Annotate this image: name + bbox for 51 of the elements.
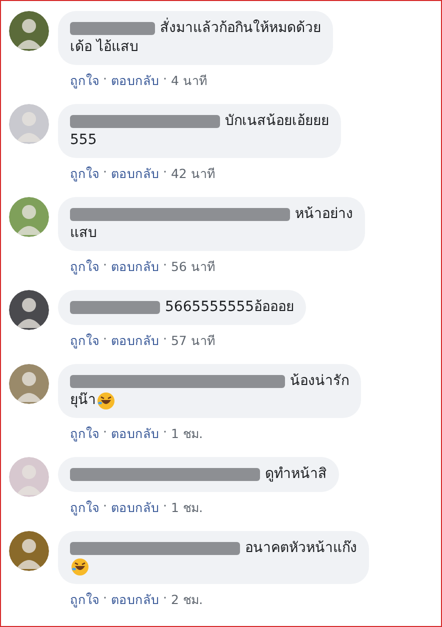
separator-dot: · xyxy=(162,164,167,181)
separator-dot: · xyxy=(103,164,107,181)
comment-text: หน้าอย่าง xyxy=(295,205,353,224)
comment-text: บักเนสน้อยเอ้ยยย xyxy=(225,112,329,131)
comment-time: 57 นาที xyxy=(170,332,215,350)
reply-link[interactable]: ตอบกลับ xyxy=(110,257,159,277)
like-link[interactable]: ถูกใจ xyxy=(70,590,99,610)
comment-text: ยุน๊า xyxy=(70,391,96,410)
comment-text: 5665555555อ้อออย xyxy=(165,298,294,317)
comment-time: 56 นาที xyxy=(170,258,215,276)
reply-link[interactable]: ตอบกลับ xyxy=(110,164,159,184)
comment-text: แสบ xyxy=(70,224,97,243)
like-link[interactable]: ถูกใจ xyxy=(70,257,99,277)
reply-link[interactable]: ตอบกลับ xyxy=(110,498,159,518)
comment-text: เด้อ ไอ้แสบ xyxy=(70,38,138,57)
comment-time: 42 นาที xyxy=(170,165,215,183)
laughing-emoji-icon xyxy=(97,392,115,410)
separator-dot: · xyxy=(162,257,167,274)
separator-dot: · xyxy=(103,498,107,515)
avatar-icon[interactable] xyxy=(9,290,49,330)
separator-dot: · xyxy=(162,331,167,348)
comment-text: อนาคตหัวหน้าแก๊ง xyxy=(245,539,357,558)
separator-dot: · xyxy=(103,257,107,274)
comment-time: 4 นาที xyxy=(170,72,207,90)
comment-text: 555 xyxy=(70,131,97,150)
like-link[interactable]: ถูกใจ xyxy=(70,424,99,444)
separator-dot: · xyxy=(103,331,107,348)
reply-link[interactable]: ตอบกลับ xyxy=(110,424,159,444)
reply-link[interactable]: ตอบกลับ xyxy=(110,331,159,351)
reply-link[interactable]: ตอบกลับ xyxy=(110,71,159,91)
reply-link[interactable]: ตอบกลับ xyxy=(110,590,159,610)
separator-dot: · xyxy=(103,424,107,441)
separator-dot: · xyxy=(162,590,167,607)
like-link[interactable]: ถูกใจ xyxy=(70,498,99,518)
separator-dot: · xyxy=(103,590,107,607)
comment-time: 2 ชม. xyxy=(170,591,203,609)
comment-text: ดูทำหน้าสิ xyxy=(265,465,327,484)
avatar-icon[interactable] xyxy=(9,11,49,51)
separator-dot: · xyxy=(103,71,107,88)
separator-dot: · xyxy=(162,424,167,441)
avatar-icon[interactable] xyxy=(9,531,49,571)
comment-time: 1 ชม. xyxy=(170,425,203,443)
separator-dot: · xyxy=(162,498,167,515)
comment-text: น้องน่ารัก xyxy=(290,372,349,391)
like-link[interactable]: ถูกใจ xyxy=(70,164,99,184)
separator-dot: · xyxy=(162,71,167,88)
laughing-emoji-icon xyxy=(71,558,89,576)
comment-text: สั่งมาแล้วก้อกินให้หมดด้วย xyxy=(160,19,321,38)
like-link[interactable]: ถูกใจ xyxy=(70,71,99,91)
comment-time: 1 ชม. xyxy=(170,499,203,517)
like-link[interactable]: ถูกใจ xyxy=(70,331,99,351)
